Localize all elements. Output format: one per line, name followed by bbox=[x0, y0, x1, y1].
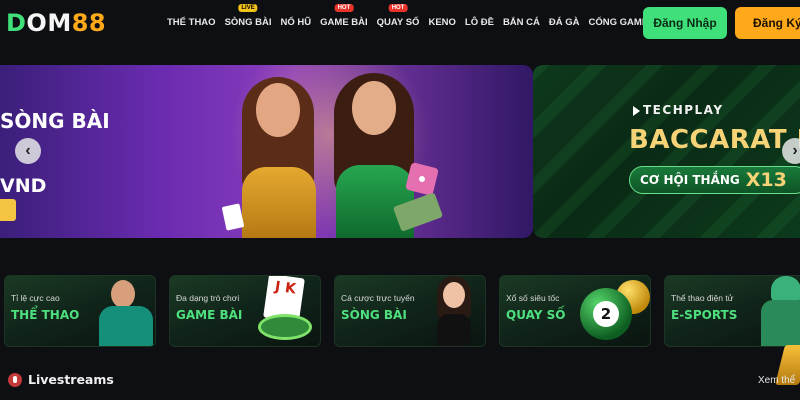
nav-label: QUAY SỐ bbox=[376, 17, 420, 28]
banner-prev-button[interactable]: ‹ bbox=[15, 138, 41, 164]
category-subtitle: Thể thao điện tử bbox=[671, 293, 734, 303]
dress bbox=[437, 314, 471, 346]
armor bbox=[761, 300, 800, 346]
microphone-icon bbox=[8, 372, 22, 387]
category-subtitle: Đa dạng trò chơi bbox=[176, 293, 240, 303]
face bbox=[352, 81, 396, 135]
logo-part-2: OM bbox=[26, 9, 72, 37]
category-title: THỂ THAO bbox=[11, 308, 80, 322]
head bbox=[111, 280, 135, 308]
nav-label: LÔ ĐỀ bbox=[464, 17, 494, 28]
nav-item-quay-so[interactable]: HOT QUAY SỐ bbox=[376, 4, 420, 28]
header: D OM 88 THỂ THAO LIVE SÒNG BÀI NỔ HŨ HOT G… bbox=[0, 0, 800, 48]
category-esports[interactable]: Thể thao điện tử E-SPORTS bbox=[664, 275, 800, 347]
nav-item-ban-ca[interactable]: BẮN CÁ bbox=[503, 17, 540, 28]
nav-item-no-hu[interactable]: NỔ HŨ bbox=[281, 17, 312, 28]
baccarat-title: BACCARAT LI bbox=[629, 125, 800, 155]
helmet bbox=[771, 276, 800, 302]
category-lottery[interactable]: Xổ số siêu tốc QUAY SỐ 2 bbox=[499, 275, 651, 347]
section-title: Livestreams bbox=[28, 372, 114, 387]
category-subtitle: Xổ số siêu tốc bbox=[506, 293, 560, 303]
register-button[interactable]: Đăng Ký bbox=[735, 7, 800, 39]
category-subtitle: Cá cược trực tuyến bbox=[341, 293, 415, 303]
dealer-image bbox=[431, 276, 477, 346]
banner-title: SÒNG BÀI bbox=[0, 109, 110, 133]
category-title: QUAY SỐ bbox=[506, 308, 566, 322]
dress bbox=[242, 167, 316, 238]
poker-chip-icon bbox=[258, 314, 312, 340]
nav-label: BẮN CÁ bbox=[502, 17, 540, 28]
techplay-logo: TECHPLAY bbox=[633, 103, 724, 117]
category-casino[interactable]: Cá cược trực tuyến SÒNG BÀI bbox=[334, 275, 486, 347]
nav-label: ĐÁ GÀ bbox=[548, 17, 580, 28]
logo-part-1: D bbox=[6, 9, 27, 37]
nav-label: NỔ HŨ bbox=[280, 17, 312, 28]
nav-item-da-ga[interactable]: ĐÁ GÀ bbox=[549, 17, 580, 28]
category-row: Tỉ lệ cực cao THỂ THAO Đa dạng trò chơi … bbox=[0, 275, 800, 347]
hot-badge: HOT bbox=[334, 4, 354, 12]
category-subtitle: Tỉ lệ cực cao bbox=[11, 293, 60, 303]
category-sports[interactable]: Tỉ lệ cực cao THỂ THAO bbox=[4, 275, 156, 347]
football-player-image bbox=[95, 280, 155, 346]
win-chance-pill: CƠ HỘI THẮNG X13 bbox=[629, 166, 800, 194]
pill-text: CƠ HỘI THẮNG bbox=[640, 173, 740, 187]
logo-part-3: 88 bbox=[71, 9, 107, 37]
face bbox=[256, 83, 300, 137]
face bbox=[443, 282, 465, 308]
category-card-games[interactable]: Đa dạng trò chơi GAME BÀI J K bbox=[169, 275, 321, 347]
category-title: SÒNG BÀI bbox=[341, 308, 407, 322]
play-icon bbox=[633, 105, 640, 116]
brand-logo[interactable]: D OM 88 bbox=[6, 9, 107, 37]
banner-amount: VND bbox=[0, 175, 47, 197]
nav-item-lo-de[interactable]: LÔ ĐỀ bbox=[465, 17, 494, 28]
lottery-ball-green-icon: 2 bbox=[580, 288, 632, 340]
multiplier: X13 bbox=[745, 169, 787, 191]
nav-label: THỂ THAO bbox=[167, 17, 216, 28]
techplay-label: TECHPLAY bbox=[643, 103, 724, 117]
live-badge: LIVE bbox=[238, 4, 258, 12]
hot-badge: HOT bbox=[388, 4, 408, 12]
nav-label: KENO bbox=[428, 17, 456, 28]
see-all-link[interactable]: Xem thể bbox=[758, 375, 795, 386]
nav-label: GAME BÀI bbox=[320, 17, 368, 28]
nav-item-the-thao[interactable]: THỂ THAO bbox=[167, 17, 216, 28]
nav-item-keno[interactable]: KENO bbox=[428, 17, 455, 28]
promo-banner-baccarat[interactable]: TECHPLAY BACCARAT LI CƠ HỘI THẮNG X13 bbox=[533, 65, 800, 238]
livestreams-heading: Livestreams bbox=[8, 372, 114, 387]
promo-banner-casino[interactable]: SÒNG BÀI VND bbox=[0, 65, 533, 238]
nav-item-song-bai[interactable]: LIVE SÒNG BÀI bbox=[224, 4, 272, 28]
ball-number: 2 bbox=[593, 301, 619, 327]
category-title: GAME BÀI bbox=[176, 308, 243, 322]
category-title: E-SPORTS bbox=[671, 308, 738, 322]
main-nav: THỂ THAO LIVE SÒNG BÀI NỔ HŨ HOT GAME BÀI … bbox=[167, 4, 657, 28]
banner-cta-edge bbox=[0, 199, 16, 221]
nav-item-cong-game[interactable]: CỔNG GAME bbox=[589, 17, 649, 28]
model-gold-dress bbox=[228, 77, 328, 238]
esports-character-image bbox=[757, 276, 800, 346]
nav-label: CỔNG GAME bbox=[588, 17, 649, 28]
jersey bbox=[99, 306, 153, 346]
login-button[interactable]: Đăng Nhập bbox=[643, 7, 727, 39]
nav-label: SÒNG BÀI bbox=[224, 17, 272, 28]
nav-item-game-bai[interactable]: HOT GAME BÀI bbox=[320, 4, 368, 28]
